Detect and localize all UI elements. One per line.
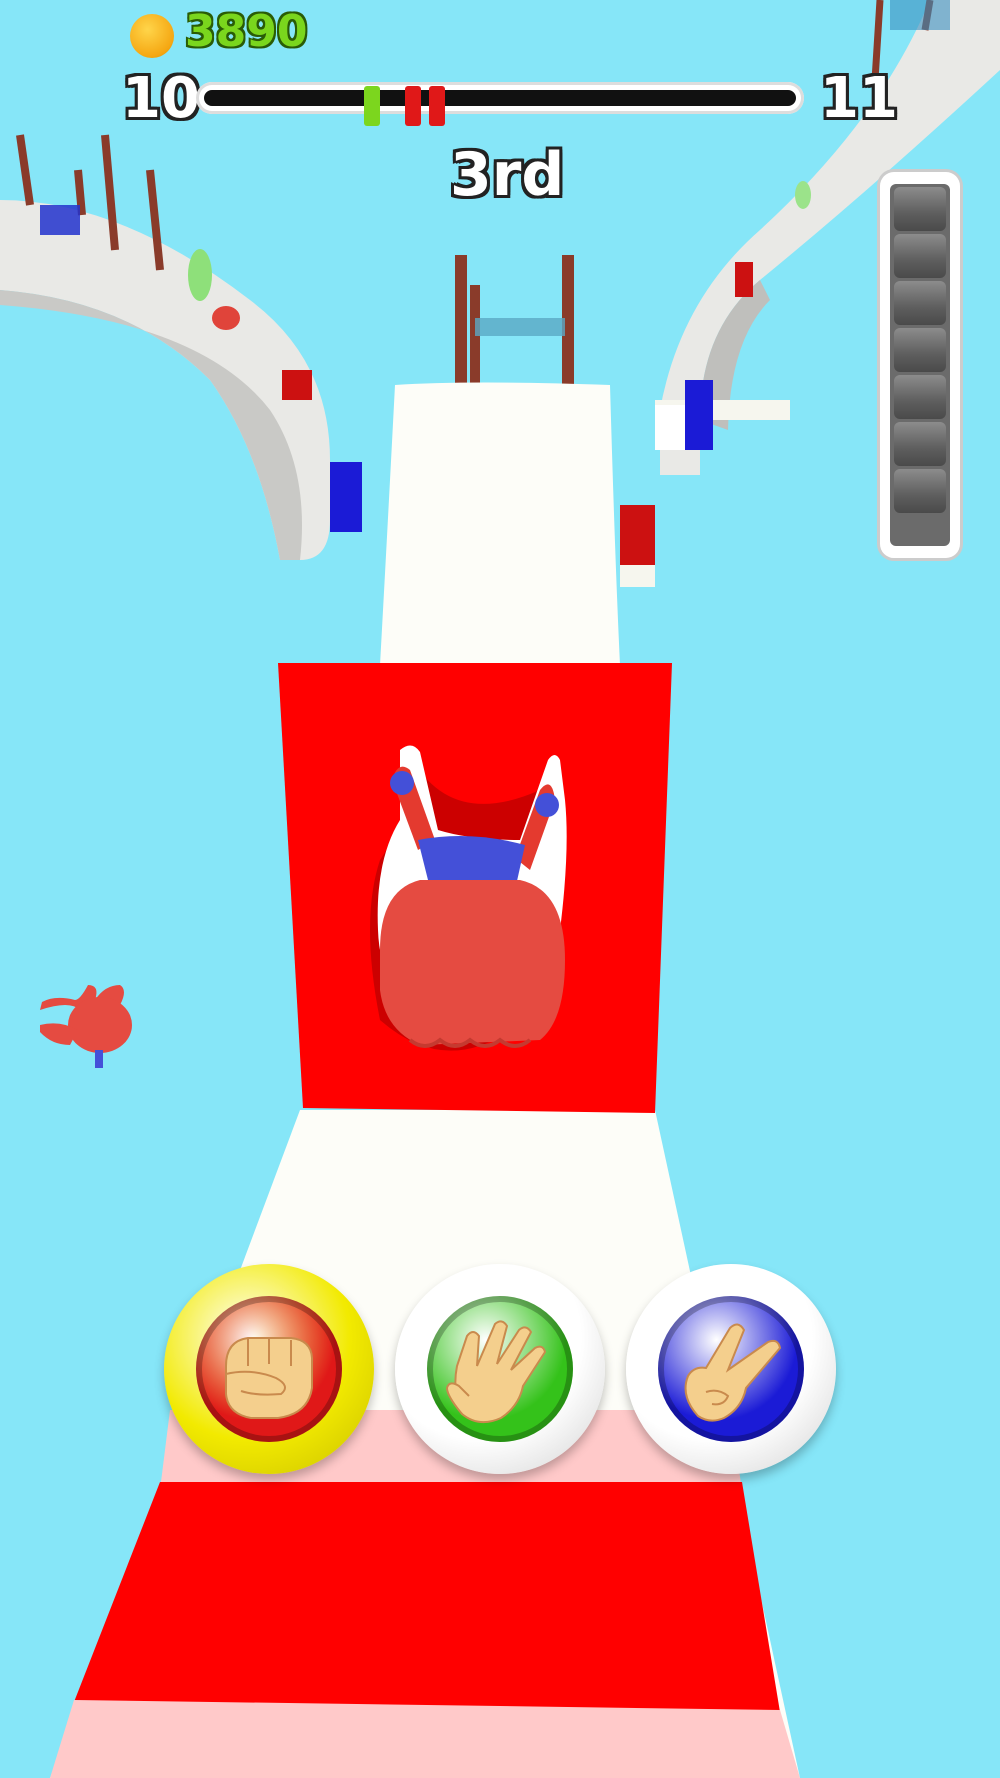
next-level-number: 11 [820,66,898,131]
current-level-number: 10 [122,66,200,131]
finish-gate [455,255,574,385]
power-meter-segment [894,328,946,372]
fist-icon [225,1337,313,1419]
progress-bar-track [204,86,796,126]
power-meter-segment [894,187,946,231]
rock-button[interactable] [164,1264,374,1474]
power-meter-segment [894,422,946,466]
scissors-button[interactable] [626,1264,836,1474]
game-scene [0,0,1000,1778]
player-progress-marker [363,86,380,126]
game-screen[interactable]: 3890 10 11 3rd [0,0,1000,1778]
coin-icon [130,14,174,58]
left-side-track [0,134,362,560]
power-meter-segments [890,184,950,546]
power-meter-segment [894,469,946,513]
power-meter-segment [894,375,946,419]
opponent-progress-marker [428,86,445,126]
race-rank-label: 3rd [450,140,565,210]
peace-sign-icon [684,1323,782,1422]
power-meter-segment [894,234,946,278]
opponent-hand-character [40,985,132,1068]
paper-button[interactable] [395,1264,605,1474]
power-meter [880,172,960,558]
level-progress-bar [196,82,804,126]
center-ramp [380,382,620,665]
coin-count: 3890 [185,6,308,57]
opponent-progress-marker [405,86,422,126]
open-hand-icon [445,1320,547,1424]
power-meter-segment [894,281,946,325]
